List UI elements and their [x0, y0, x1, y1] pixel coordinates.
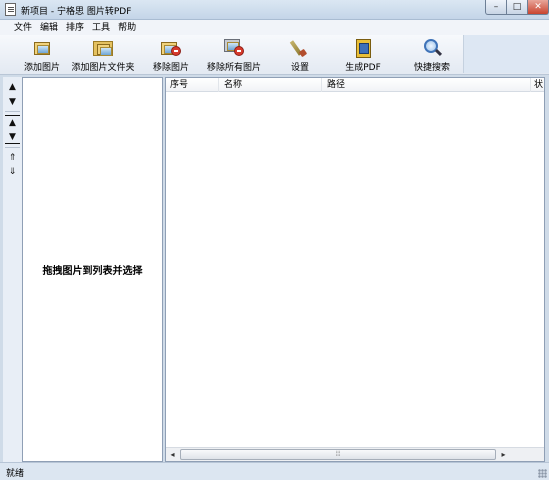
- add-folder-icon: [93, 38, 113, 56]
- resize-grip-icon[interactable]: [538, 469, 547, 478]
- horizontal-scrollbar[interactable]: ◂ ⦙⦙⦙ ▸: [166, 447, 544, 461]
- close-button[interactable]: ✕: [527, 0, 549, 15]
- column-divider[interactable]: [218, 78, 219, 92]
- menu-edit[interactable]: 编辑: [36, 21, 62, 35]
- add-folder-label: 添加图片文件夹: [71, 63, 135, 73]
- order-toolbar: ▲ ▼ ▲ ▼ ⇑ ⇓: [3, 77, 22, 462]
- settings-button[interactable]: 设置: [285, 37, 315, 73]
- drop-hint: 拖拽图片到列表并选择: [42, 266, 143, 277]
- move-down-button[interactable]: ▼: [5, 95, 20, 109]
- menu-help[interactable]: 帮助: [114, 21, 140, 35]
- add-folder-button[interactable]: 添加图片文件夹: [71, 37, 135, 73]
- window-title: 新项目 - 宁格思 图片转PDF: [21, 7, 132, 17]
- image-list[interactable]: 序号 名称 路径 状 ◂ ⦙⦙⦙ ▸: [165, 77, 545, 462]
- generate-pdf-button[interactable]: 生成PDF: [343, 37, 383, 73]
- scroll-right-arrow[interactable]: ▸: [497, 449, 510, 460]
- add-image-button[interactable]: 添加图片: [22, 37, 62, 73]
- column-index[interactable]: 序号: [170, 79, 188, 91]
- move-up-button[interactable]: ▲: [5, 80, 20, 94]
- remove-all-images-button[interactable]: 移除所有图片: [206, 37, 262, 73]
- generate-pdf-icon: [353, 38, 373, 58]
- remove-image-label: 移除图片: [152, 63, 189, 73]
- minimize-button[interactable]: –: [485, 0, 507, 15]
- column-path[interactable]: 路径: [327, 79, 345, 91]
- scroll-left-arrow[interactable]: ◂: [166, 449, 179, 460]
- title-bar: 新项目 - 宁格思 图片转PDF – □ ✕: [0, 0, 549, 20]
- maximize-button[interactable]: □: [506, 0, 528, 15]
- remove-all-images-label: 移除所有图片: [206, 63, 261, 73]
- app-icon: [5, 3, 16, 16]
- settings-label: 设置: [290, 63, 309, 73]
- quick-search-button[interactable]: 快捷搜索: [412, 37, 452, 73]
- toolbar-empty-area: [463, 35, 549, 73]
- move-top-button[interactable]: ▲: [5, 115, 20, 129]
- menu-tools[interactable]: 工具: [88, 21, 114, 35]
- column-divider[interactable]: [530, 78, 531, 92]
- column-divider[interactable]: [321, 78, 322, 92]
- settings-icon: [289, 38, 310, 58]
- move-bottom-button[interactable]: ▼: [5, 130, 20, 144]
- scroll-thumb[interactable]: ⦙⦙⦙: [180, 449, 496, 460]
- menu-bar: 文件 编辑 排序 工具 帮助: [0, 20, 549, 35]
- remove-image-icon: [161, 38, 181, 56]
- menu-file[interactable]: 文件: [10, 21, 36, 35]
- remove-all-images-icon: [224, 38, 244, 56]
- toolbar: 添加图片 添加图片文件夹 移除图片 移除所有图片 设置 生成PDF 快捷搜索: [0, 35, 549, 75]
- add-image-icon: [32, 38, 52, 56]
- status-text: 就绪: [6, 469, 25, 479]
- list-header: 序号 名称 路径 状: [166, 78, 544, 92]
- menu-sort[interactable]: 排序: [62, 21, 88, 35]
- scroll-grip-icon: ⦙⦙⦙: [335, 450, 341, 458]
- side-separator: [5, 147, 20, 148]
- column-name[interactable]: 名称: [224, 79, 242, 91]
- move-up-fast-button[interactable]: ⇑: [5, 151, 20, 165]
- move-down-fast-button[interactable]: ⇓: [5, 165, 20, 179]
- drop-pane[interactable]: 拖拽图片到列表并选择: [22, 77, 163, 462]
- status-bar: 就绪: [0, 462, 549, 480]
- side-separator: [5, 111, 20, 112]
- column-status[interactable]: 状: [534, 79, 543, 91]
- add-image-label: 添加图片: [23, 63, 60, 73]
- generate-pdf-label: 生成PDF: [345, 63, 381, 73]
- remove-image-button[interactable]: 移除图片: [151, 37, 191, 73]
- quick-search-label: 快捷搜索: [413, 63, 450, 73]
- search-icon: [422, 38, 443, 57]
